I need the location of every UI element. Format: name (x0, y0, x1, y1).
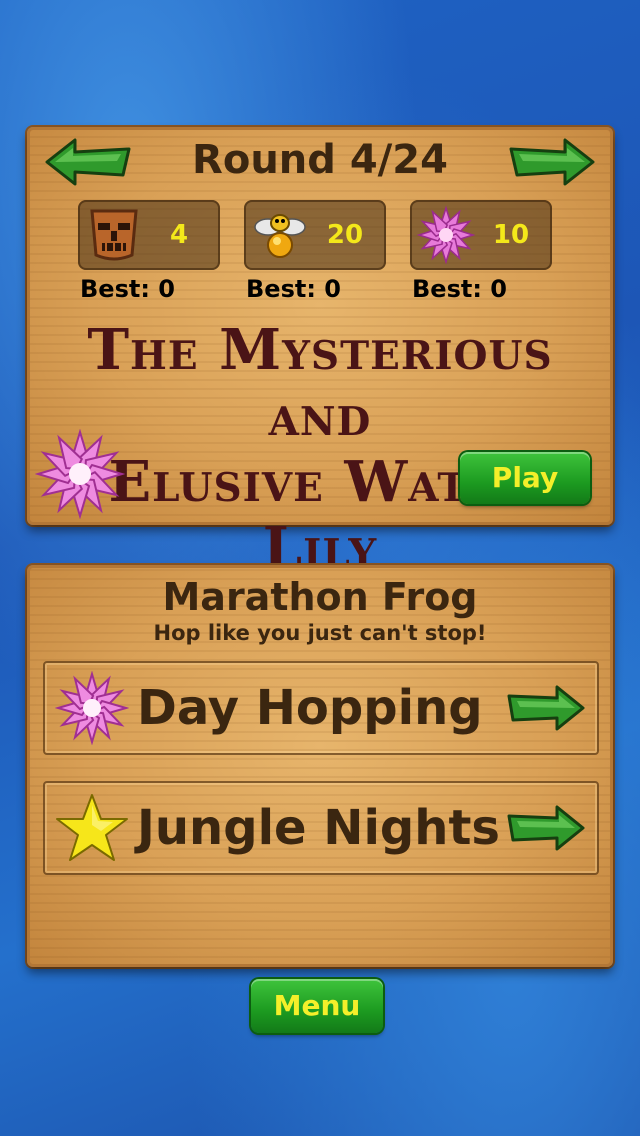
jungle-nights-label: Jungle Nights (137, 800, 500, 856)
water-lily-icon (416, 205, 476, 265)
best-masks: Best: 0 (80, 275, 175, 303)
stat-fireflies: 20 (244, 200, 386, 270)
tiki-mask-icon (90, 209, 138, 261)
marathon-title: Marathon Frog (162, 575, 478, 619)
jungle-nights-button[interactable]: Jungle Nights (43, 781, 599, 875)
arrow-right-icon (507, 805, 585, 851)
stat-lilies: 10 (410, 200, 552, 270)
water-lily-icon (35, 429, 125, 519)
star-icon (56, 794, 128, 861)
day-hopping-button[interactable]: Day Hopping (43, 661, 599, 755)
level-name-line1: The Mysterious and (87, 317, 553, 449)
day-hopping-label: Day Hopping (137, 680, 483, 736)
level-name: The Mysterious and Elusive Water Lily (47, 317, 593, 581)
play-button[interactable]: Play (460, 452, 590, 504)
best-fireflies: Best: 0 (246, 275, 341, 303)
next-round-arrow-icon[interactable] (507, 137, 595, 187)
stat-masks: 4 (78, 200, 220, 270)
stat-lilies-value: 10 (492, 220, 530, 250)
firefly-icon (254, 214, 306, 258)
arrow-right-icon (507, 685, 585, 731)
stat-fireflies-value: 20 (326, 220, 364, 250)
stat-masks-value: 4 (169, 220, 189, 250)
marathon-subtitle: Hop like you just can't stop! (153, 621, 487, 645)
best-lilies: Best: 0 (412, 275, 507, 303)
round-panel: Round 4/24 4 20 10 Best: 0 Best: 0 Best:… (27, 127, 613, 581)
menu-button[interactable]: Menu (251, 979, 383, 1033)
marathon-panel: Marathon Frog Hop like you just can't st… (27, 565, 613, 967)
water-lily-icon (55, 671, 129, 745)
